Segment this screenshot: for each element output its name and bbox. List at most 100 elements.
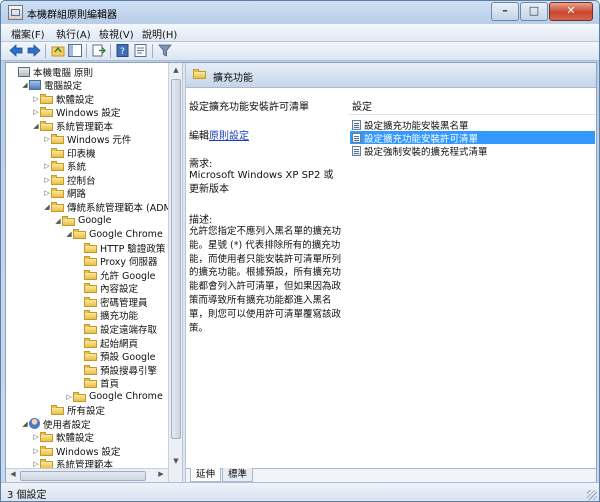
maximize-button[interactable]: □	[520, 2, 548, 21]
collapse-arrow-icon[interactable]: ◢	[21, 420, 29, 428]
tree-item[interactable]: ◢ Google Chrome	[65, 228, 163, 241]
folder-icon	[51, 188, 64, 199]
policy-setting-icon	[352, 119, 361, 130]
tree-item-label: 軟體設定	[56, 94, 95, 106]
scroll-up-icon[interactable]: ▲	[171, 66, 181, 74]
up-folder-icon[interactable]	[51, 44, 65, 57]
show-hide-tree-icon[interactable]	[68, 44, 82, 57]
expand-arrow-icon[interactable]: ▷	[32, 108, 40, 116]
window-title: 本機群組原則編輯器	[27, 10, 117, 21]
expand-arrow-icon[interactable]: ▷	[32, 95, 40, 103]
tree-item-label: 所有設定	[67, 406, 106, 418]
folder-icon	[73, 229, 86, 240]
tree-item[interactable]: 首頁	[76, 377, 119, 390]
tree-item[interactable]: Proxy 伺服器	[76, 255, 158, 268]
tree-item[interactable]: 所有設定	[43, 404, 105, 417]
expand-arrow-icon[interactable]: ▷	[43, 176, 51, 184]
tree-item-label: 首頁	[100, 379, 120, 391]
expand-arrow-icon[interactable]: ▷	[43, 162, 51, 170]
policy-tree[interactable]: 本機電腦 原則 ◢ 電腦設定 ▷ 軟體設定 ▷ Windows 設定 ◢ 系統管理範本 ▷ Wind…	[6, 63, 168, 482]
tree-item[interactable]: HTTP 驗證政策	[76, 241, 165, 255]
tree-item[interactable]: ▷ Windows 設定	[32, 444, 120, 458]
expand-arrow-icon[interactable]: ▷	[43, 135, 51, 143]
scroll-down-icon[interactable]: ▼	[171, 457, 181, 465]
tree-item[interactable]: ▷ Windows 元件	[43, 133, 131, 146]
tree-item[interactable]: 設定遠端存取	[76, 322, 157, 336]
filter-icon[interactable]	[158, 44, 172, 57]
forward-arrow-icon[interactable]	[27, 44, 41, 57]
column-header-setting[interactable]: 設定	[352, 98, 372, 113]
setting-row-selected[interactable]: 設定擴充功能安裝許可清單	[350, 131, 595, 145]
tree-item[interactable]: 擴充功能	[76, 309, 138, 322]
tree-item[interactable]: ▷ 控制台	[43, 173, 96, 187]
settings-list: 設定 設定擴充功能安裝黑名單 設定擴充功能安裝許可清單 設定強制安裝的擴充程式清…	[349, 88, 596, 468]
expand-arrow-icon[interactable]: ▷	[32, 447, 40, 455]
folder-icon	[84, 337, 97, 348]
title-bar[interactable]: 本機群組原則編輯器 – □ ✕	[1, 1, 599, 23]
folder-icon	[84, 256, 97, 267]
tree-item[interactable]: ▷ Windows 設定	[32, 106, 120, 119]
requirements-label: 需求:	[189, 159, 213, 170]
folder-icon	[84, 351, 97, 362]
tree-item[interactable]: ▷ 網路	[43, 187, 86, 200]
menu-file[interactable]: 檔案(F)	[11, 26, 45, 41]
tab-extended[interactable]: 延伸	[190, 468, 222, 482]
tree-item[interactable]: 內容設定	[76, 282, 138, 295]
edit-policy-link[interactable]: 原則設定	[209, 131, 249, 142]
tree-horizontal-scrollbar[interactable]: ◀ ▶	[6, 468, 168, 483]
tree-item[interactable]: 本機電腦 原則	[10, 65, 93, 79]
tree-item[interactable]: 密碼管理員	[76, 295, 148, 309]
view-tabs: 延伸 標準	[186, 468, 596, 483]
tree-item-label: Google	[78, 215, 112, 227]
tree-item-label: 控制台	[67, 175, 96, 187]
back-arrow-icon[interactable]	[9, 44, 23, 57]
help-icon[interactable]: ?	[116, 44, 130, 57]
tree-item[interactable]: ▷ 軟體設定	[32, 431, 94, 444]
scroll-left-icon[interactable]: ◀	[8, 470, 18, 478]
minimize-button[interactable]: –	[491, 2, 519, 21]
expand-arrow-icon[interactable]: ▷	[43, 189, 51, 197]
tree-item[interactable]: ◢ 傳統系統管理範本 (ADM)	[43, 201, 168, 214]
folder-icon	[40, 445, 53, 456]
properties-icon[interactable]	[134, 44, 148, 57]
menu-help[interactable]: 說明(H)	[142, 26, 177, 41]
description-label: 描述:	[189, 215, 213, 226]
close-button[interactable]: ✕	[549, 2, 593, 21]
tree-item[interactable]: ▷ Google Chrome	[65, 390, 163, 403]
menu-view[interactable]: 檢視(V)	[99, 26, 134, 41]
tree-item[interactable]: ◢ 電腦設定	[21, 79, 82, 92]
menu-action[interactable]: 執行(A)	[56, 26, 91, 41]
tree-item[interactable]: ◢ 使用者設定	[21, 417, 91, 431]
tree-vertical-scrollbar[interactable]: ▲ ▼	[168, 63, 183, 482]
tree-item[interactable]: 允許 Google	[76, 268, 156, 282]
tree-item[interactable]: 預設搜尋引擎	[76, 363, 157, 377]
tree-item[interactable]: ◢ Google	[54, 214, 112, 227]
setting-row[interactable]: 設定擴充功能安裝黑名單	[350, 118, 595, 132]
collapse-arrow-icon[interactable]: ◢	[32, 122, 40, 130]
tree-item[interactable]: ◢ 系統管理範本	[32, 119, 113, 133]
tree-item[interactable]: 起始網頁	[76, 336, 138, 350]
collapse-arrow-icon[interactable]: ◢	[54, 217, 62, 225]
collapse-arrow-icon[interactable]: ◢	[65, 230, 73, 238]
tab-standard[interactable]: 標準	[222, 468, 254, 482]
tree-item[interactable]: 預設 Google	[76, 350, 156, 363]
folder-icon	[84, 323, 97, 334]
expand-arrow-icon[interactable]: ▷	[65, 393, 73, 401]
export-list-icon[interactable]	[92, 44, 106, 57]
scroll-thumb[interactable]	[171, 79, 181, 439]
hscroll-thumb[interactable]	[20, 471, 146, 481]
resize-grip-icon[interactable]	[587, 490, 597, 500]
expand-arrow-icon[interactable]: ▷	[32, 433, 40, 441]
collapse-arrow-icon[interactable]: ◢	[21, 81, 29, 89]
collapse-arrow-icon[interactable]: ◢	[43, 203, 51, 211]
tree-item-label: 網路	[67, 189, 87, 201]
scroll-right-icon[interactable]: ▶	[156, 470, 166, 478]
tree-item[interactable]: 印表機	[43, 146, 96, 160]
tree-item[interactable]: ▷ 軟體設定	[32, 92, 95, 106]
status-bar: 3 個設定	[1, 482, 599, 501]
tree-item[interactable]: ▷ 系統	[43, 160, 86, 173]
setting-row[interactable]: 設定強制安裝的擴充程式清單	[350, 144, 595, 158]
